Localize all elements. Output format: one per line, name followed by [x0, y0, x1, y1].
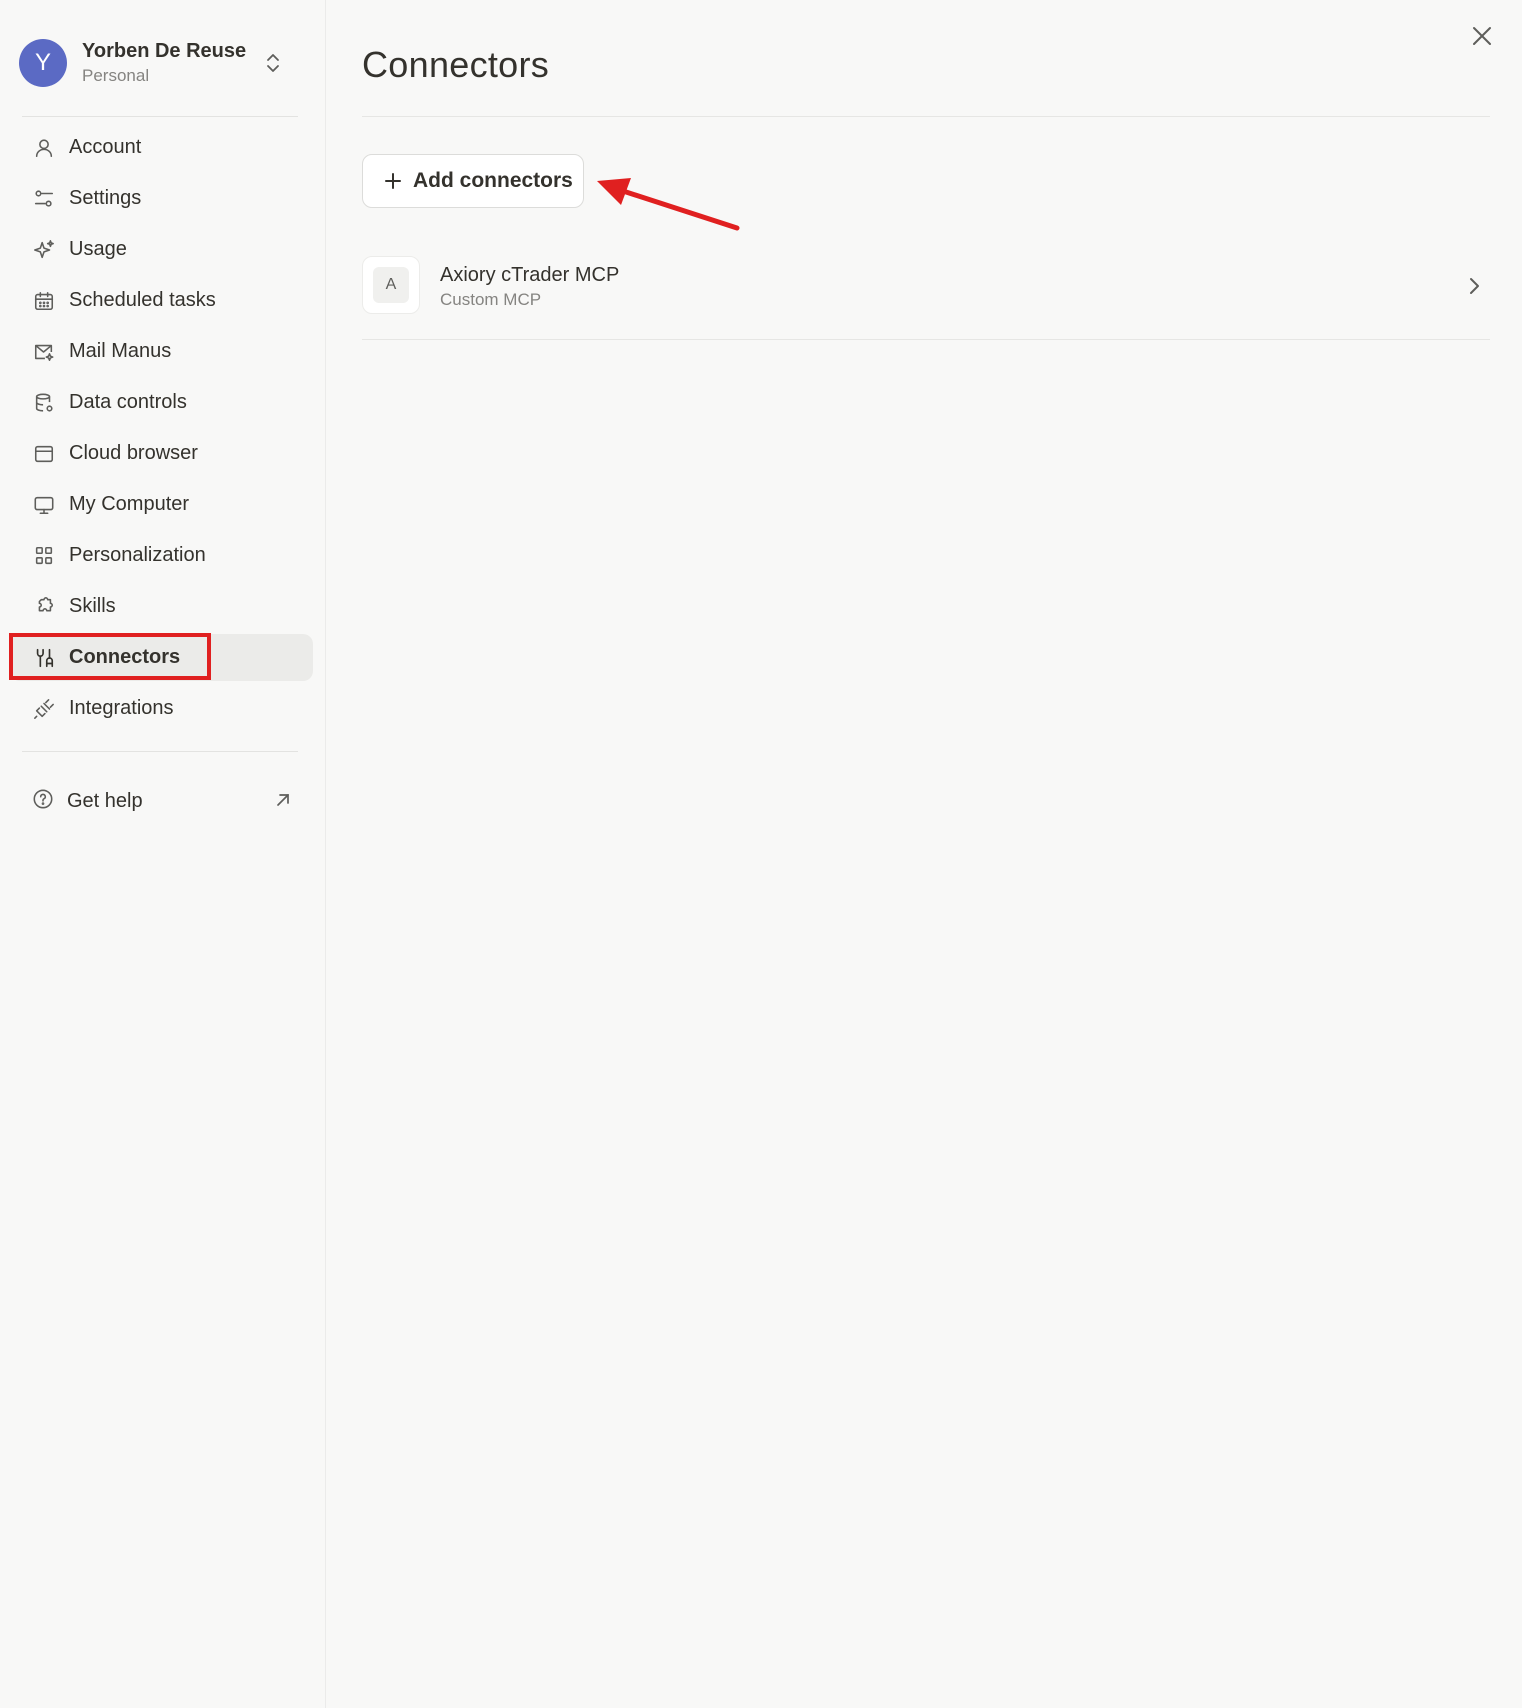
settings-nav: Account Settings Usage Scheduled tasks M…: [9, 124, 313, 736]
get-help-label: Get help: [67, 790, 143, 812]
sidebar-item-label: Mail Manus: [69, 340, 172, 362]
browser-window-icon: [32, 442, 56, 466]
sidebar-item-account[interactable]: Account: [10, 124, 313, 171]
connector-name: Axiory cTrader MCP: [440, 264, 620, 286]
add-connectors-button[interactable]: Add connectors: [362, 154, 584, 208]
sparkle-icon: [32, 238, 56, 262]
settings-window: Y Yorben De Reuse Personal Account Setti…: [0, 0, 1522, 1708]
annotation-arrow: [597, 178, 740, 231]
monitor-icon: [32, 493, 56, 517]
sidebar-item-label: Usage: [69, 238, 127, 260]
page-title: Connectors: [362, 44, 550, 85]
add-connectors-label: Add connectors: [413, 169, 573, 192]
profile-plan: Personal: [82, 66, 150, 85]
sidebar-item-connectors[interactable]: Connectors: [9, 633, 313, 681]
sidebar-item-label: My Computer: [69, 493, 190, 515]
sidebar-item-label: Scheduled tasks: [69, 289, 216, 311]
sidebar-item-cloud-browser[interactable]: Cloud browser: [10, 430, 313, 477]
shapes-icon: [32, 544, 56, 568]
sidebar-item-label: Cloud browser: [69, 442, 198, 464]
sidebar-item-my-computer[interactable]: My Computer: [10, 481, 313, 528]
sidebar-item-settings[interactable]: Settings: [10, 175, 313, 222]
sidebar-item-skills[interactable]: Skills: [10, 583, 313, 630]
account-switcher[interactable]: Y Yorben De Reuse Personal: [19, 37, 299, 89]
sidebar-item-personalization[interactable]: Personalization: [10, 532, 313, 579]
sidebar-item-data-controls[interactable]: Data controls: [10, 379, 313, 426]
sidebar-divider: [22, 116, 298, 117]
sidebar-item-label: Personalization: [69, 544, 206, 566]
sidebar-item-integrations[interactable]: Integrations: [10, 685, 313, 732]
sidebar-item-usage[interactable]: Usage: [10, 226, 313, 273]
mail-icon: [32, 340, 56, 364]
database-icon: [32, 391, 56, 415]
avatar: Y: [19, 39, 67, 87]
sidebar-item-mail-manus[interactable]: Mail Manus: [10, 328, 313, 375]
sidebar-item-scheduled-tasks[interactable]: Scheduled tasks: [10, 277, 313, 324]
calendar-icon: [32, 289, 56, 313]
sidebar-item-label: Skills: [69, 595, 116, 617]
close-button[interactable]: [1468, 22, 1496, 50]
connector-logo-letter: A: [373, 267, 409, 303]
sidebar-item-label: Settings: [69, 187, 142, 209]
get-help-link[interactable]: Get help: [10, 778, 300, 825]
sidebar-item-label: Data controls: [69, 391, 187, 413]
sidebar-item-label: Account: [69, 136, 142, 158]
title-divider: [362, 116, 1490, 117]
connector-item[interactable]: A Axiory cTrader MCP Custom MCP: [362, 254, 1490, 340]
profile-name: Yorben De Reuse: [82, 40, 247, 62]
main-panel: Connectors Add connectors A Axiory cTrad…: [327, 0, 1522, 1708]
user-icon: [32, 136, 56, 160]
sidebar-item-label: Integrations: [69, 697, 174, 719]
plug-icon: [32, 697, 56, 721]
chevron-up-down-icon[interactable]: [263, 51, 283, 75]
chevron-right-icon: [1470, 278, 1479, 294]
connector-type: Custom MCP: [440, 290, 542, 309]
puzzle-icon: [32, 595, 56, 619]
plus-icon: [383, 171, 403, 191]
close-icon: [1473, 27, 1491, 45]
sidebar-divider: [22, 751, 298, 752]
sidebar-item-label: Connectors: [69, 646, 181, 668]
help-circle-icon: [32, 788, 54, 815]
connectors-icon: [32, 646, 56, 670]
connector-logo: A: [362, 256, 420, 314]
external-link-icon: [277, 794, 289, 806]
sliders-icon: [32, 187, 56, 211]
sidebar: Y Yorben De Reuse Personal Account Setti…: [0, 0, 326, 1708]
